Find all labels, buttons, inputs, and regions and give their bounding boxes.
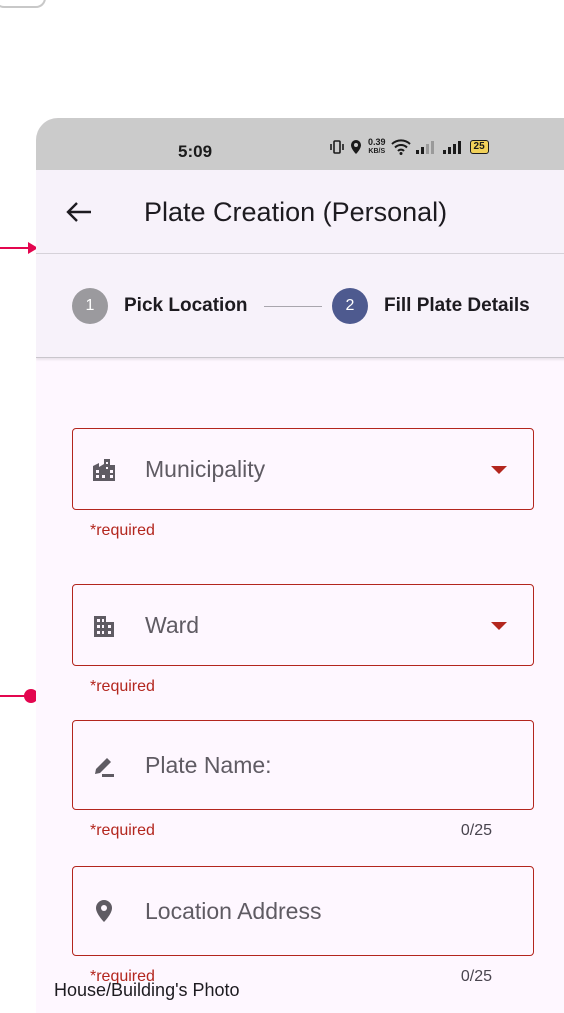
net-speed: 0.39 KB/S [368,138,386,156]
building-icon [94,616,114,637]
step-connector [264,306,322,307]
ward-label: Ward [145,612,200,638]
step-pick-location[interactable]: 1 Pick Location [72,288,248,324]
city-icon [93,459,115,481]
location-address-label: Location Address [145,898,322,924]
step-label: Pick Location [124,295,248,316]
back-button[interactable] [62,195,96,229]
annotation-arrow-line [0,247,28,249]
step-fill-plate-details[interactable]: 2 Fill Plate Details [332,288,530,324]
step-label: Fill Plate Details [384,295,530,316]
location-address-counter: 0/25 [460,968,492,985]
signal-icon-2 [442,141,461,154]
arrow-left-icon [66,202,91,222]
edit-icon [95,758,114,777]
status-icons: 0.39 KB/S 25 [330,138,489,156]
page-title: Plate Creation (Personal) [144,197,448,227]
battery-icon: 25 [469,140,489,154]
step-number: 1 [72,288,108,324]
chevron-down-icon [491,466,507,474]
municipality-helper: *required [90,522,155,539]
corner-artifact [0,0,46,8]
chevron-down-icon [491,622,507,630]
municipality-label: Municipality [145,456,266,482]
municipality-dropdown[interactable]: Municipality [72,428,534,510]
location-address-input[interactable]: Location Address [72,866,534,956]
plate-name-counter: 0/25 [460,822,492,839]
step-number: 2 [332,288,368,324]
location-icon [351,140,361,154]
ward-dropdown[interactable]: Ward [72,584,534,666]
net-speed-unit: KB/S [368,148,386,155]
status-bar: 5:09 0.39 KB/S 25 [36,118,564,170]
status-time: 5:09 [178,142,213,161]
net-speed-value: 0.39 [368,137,386,147]
app-bar: Plate Creation (Personal) [36,170,564,254]
vibrate-icon [330,140,344,154]
location-pin-icon [96,900,112,922]
plate-name-helper: *required [90,822,155,839]
plate-name-label: Plate Name: [145,752,272,778]
stepper: 1 Pick Location 2 Fill Plate Details [36,254,564,358]
signal-icon [415,141,434,154]
photo-section-label: House/Building's Photo [54,980,240,1000]
plate-name-input[interactable]: Plate Name: [72,720,534,810]
ward-helper: *required [90,678,155,695]
wifi-icon [390,139,411,155]
phone-screen: 5:09 0.39 KB/S 25 Plate Creation (Person… [36,118,564,1013]
